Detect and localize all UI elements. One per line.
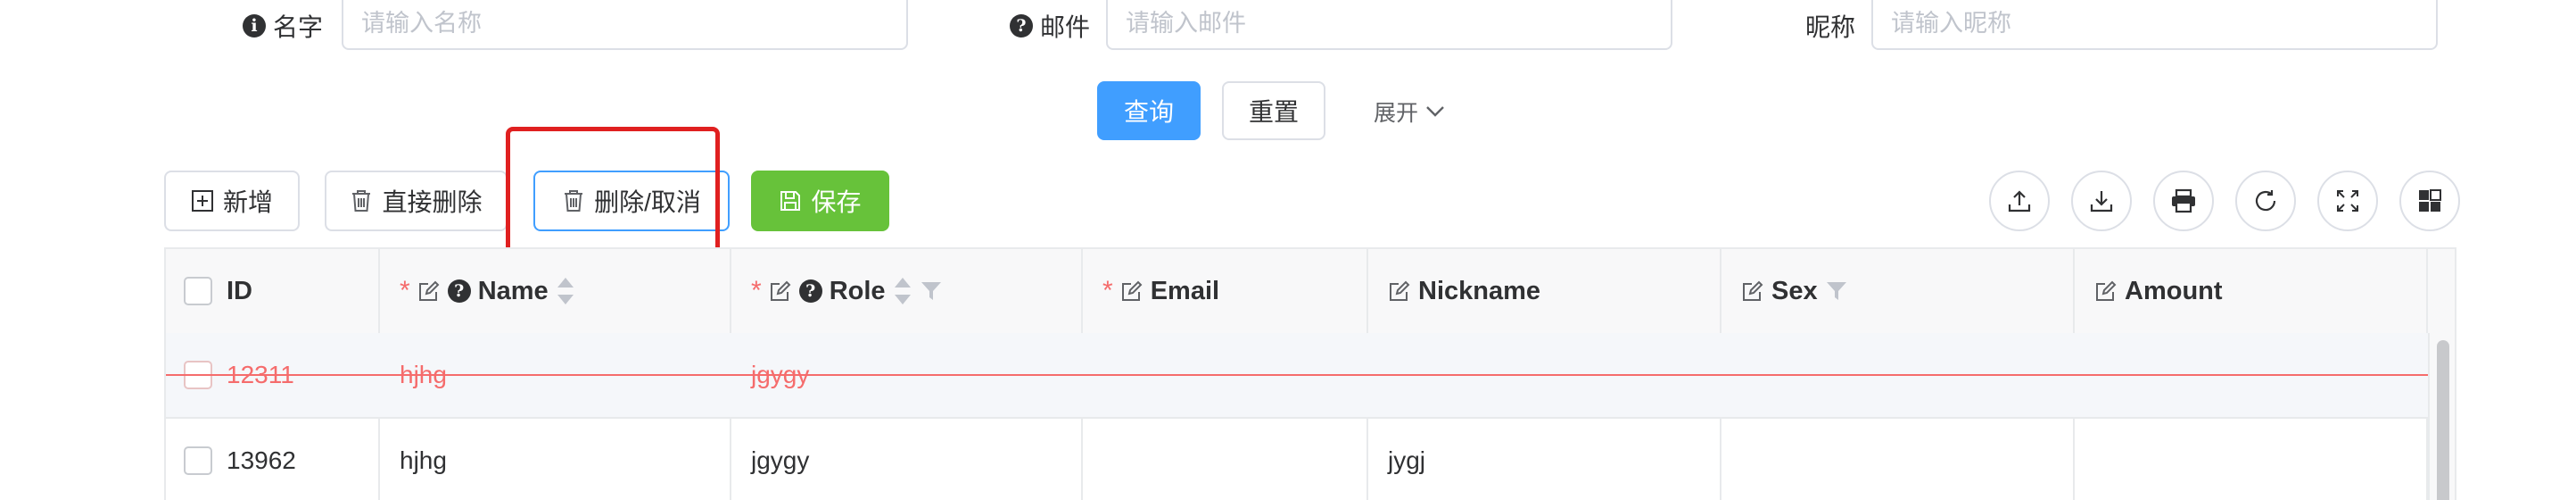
add-button[interactable]: 新增 [164,171,300,231]
edit-icon [770,280,791,301]
row-checkbox-cell: 13962 [184,419,296,500]
query-button[interactable]: 查询 [1097,81,1201,140]
scrollbar-thumb[interactable] [2437,340,2449,500]
email-input[interactable]: 请输入邮件 [1106,0,1672,50]
help-icon: ? [1009,14,1033,38]
info-icon: i [242,14,266,38]
table-row[interactable]: 13962 hjhg jgygy jygj [166,419,2455,500]
save-button[interactable]: 保存 [751,171,889,231]
column-settings-button[interactable] [2399,171,2460,231]
edit-icon [1743,280,1763,301]
print-icon [2172,188,2195,213]
fullscreen-icon [2337,190,2358,212]
header-role[interactable]: * ? Role [751,249,943,333]
sort-icon[interactable] [893,276,912,306]
expand-link[interactable]: 展开 [1374,96,1445,127]
nickname-input[interactable]: 请输入昵称 [1871,0,2438,50]
header-email: * Email [1102,276,1220,305]
email-label: ? 邮件 [972,0,1090,52]
edit-icon [2096,280,2117,301]
help-icon: ? [447,279,471,303]
data-table: ID * ? Name * ? Role * Email Nickname Se… [164,247,2456,500]
header-amount: Amount [2094,249,2223,333]
required-mark: * [751,276,762,305]
upload-button[interactable] [1989,171,2050,231]
header-id: ID [184,249,252,333]
required-mark: * [1102,276,1113,305]
table-header: ID * ? Name * ? Role * Email Nickname Se… [166,249,2455,335]
direct-delete-button[interactable]: 直接删除 [325,171,508,231]
filter-icon[interactable] [1825,279,1848,303]
scrollbar-track[interactable] [2428,333,2455,500]
upload-icon [2008,190,2031,212]
name-input[interactable]: 请输入名称 [342,0,908,50]
cell-role[interactable]: jgygy [751,419,809,500]
print-button[interactable] [2153,171,2214,231]
header-name[interactable]: * ? Name [400,249,575,333]
sort-icon[interactable] [556,276,575,306]
reset-button[interactable]: 重置 [1222,81,1325,140]
download-button[interactable] [2071,171,2132,231]
help-icon: ? [798,279,822,303]
download-icon [2090,191,2113,212]
edit-icon [1390,280,1410,301]
edit-icon [1121,280,1143,301]
required-mark: * [400,276,410,305]
edit-icon [418,280,440,301]
cell-nickname[interactable]: jygj [1388,419,1425,500]
cell-name[interactable]: hjhg [400,419,447,500]
refresh-icon [2255,190,2276,212]
chevron-down-icon [1426,106,1444,117]
select-all-checkbox[interactable] [184,277,212,305]
filter-icon[interactable] [920,279,943,303]
header-sex[interactable]: Sex [1741,249,1848,333]
nickname-label: 昵称 [1804,13,1855,41]
plus-square-icon [191,190,213,212]
column-settings-icon [2419,189,2441,212]
trash-icon [352,190,371,212]
name-label: i 名字 [205,0,323,52]
save-icon [780,191,801,211]
fullscreen-button[interactable] [2317,171,2378,231]
header-nickname: Nickname [1388,249,1540,333]
table-row[interactable]: 12311 hjhg jgygy [166,333,2455,419]
refresh-button[interactable] [2235,171,2296,231]
strikethrough-line [166,374,2428,376]
row-checkbox[interactable] [184,446,212,475]
